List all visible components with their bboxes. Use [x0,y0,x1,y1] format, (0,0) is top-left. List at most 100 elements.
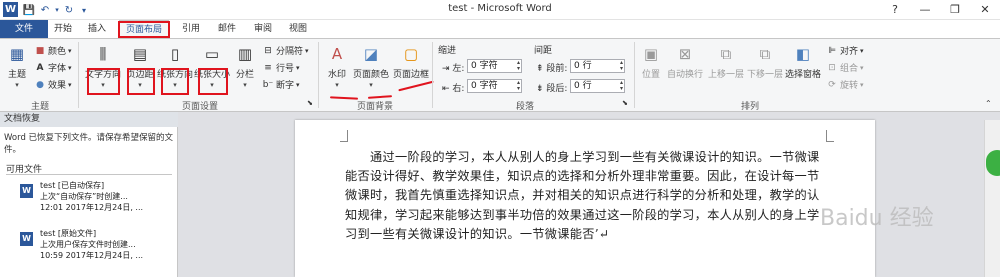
theme-effects-button[interactable]: ● 效果 ▾ [34,78,71,92]
spacing-after-icon: ⇟ [536,84,547,94]
recovered-file-item[interactable]: W test [原始文件] 上次用户保存文件时创建... 10:59 2017年… [20,228,172,270]
annotation-box-margins [127,68,155,95]
document-body-text[interactable]: 通过一阶段的学习，本人从别人的身上学习到一些有关微课设计的知识。一节微课能否设计… [345,148,827,244]
fonts-icon: A [36,62,44,73]
window-title: test - Microsoft Word [448,3,552,14]
chevron-down-icon: ▾ [369,81,373,89]
word-window: W 💾 ↶ ▾ ↻ ▾ test - Microsoft Word ? — ❐ … [0,0,1000,277]
file-detail: 上次“自动保存”时创建... [40,192,128,201]
send-backward-button[interactable]: ⧉ 下移一层 [745,43,785,80]
rotate-icon: ⟳ [828,79,836,90]
close-button[interactable]: ✕ [970,1,1000,19]
indent-label: 缩进 [438,46,457,56]
breaks-button[interactable]: ⊟ 分隔符 ▾ [262,44,308,58]
file-timestamp: 12:01 2017年12月24日, ... [40,203,144,212]
indent-left-icon: ⇥ [442,64,453,74]
theme-fonts-button[interactable]: A 字体 ▾ [34,61,72,75]
spin-arrows-icon[interactable]: ▴ ▾ [620,60,623,72]
annotation-box-tab [118,21,170,38]
spin-arrows-icon[interactable]: ▴ ▾ [517,80,520,92]
spacing-after-input[interactable]: 0 行 ▴ ▾ [570,79,625,93]
text-direction-icon: ⫼ [99,45,107,63]
selection-pane-icon: ◧ [795,45,811,63]
tab-insert[interactable]: 插入 [82,20,112,38]
recovered-file-item[interactable]: W test [已自动保存] 上次“自动保存”时创建... 12:01 2017… [20,180,172,222]
group-separator [432,42,433,108]
group-label-themes: 主题 [30,102,49,112]
tab-references[interactable]: 引用 [176,20,206,38]
tab-mailings[interactable]: 邮件 [212,20,242,38]
align-icon: ⊫ [828,45,836,56]
indent-right-icon: ⇤ [442,84,453,94]
baidu-jingyan-watermark: Baidu 经验 [820,206,934,231]
group-separator [634,42,635,108]
ribbon: ▦ 主题 ▾ ■ 颜色 ▾ A 字体 ▾ ● 效果 ▾ 主题 ⫼ 文字方向 ▾ ▤ 页边距 … [0,38,1000,112]
tab-review[interactable]: 审阅 [248,20,278,38]
page-setup-launcher-icon[interactable]: ⬊ [307,99,313,107]
page-color-icon: ◪ [363,45,379,63]
paragraph-launcher-icon[interactable]: ⬊ [622,99,628,107]
group-objects-icon: ⊡ [828,62,836,73]
group-separator [318,42,319,108]
help-button[interactable]: ? [880,1,910,19]
divider [6,174,172,175]
orientation-icon: ▯ [170,45,180,63]
align-button[interactable]: ⊫ 对齐 ▾ [826,44,863,58]
indent-right-input[interactable]: 0 字符 ▴ ▾ [467,79,522,93]
indent-right-label: ⇤ 右: [442,84,465,94]
spin-arrows-icon[interactable]: ▴ ▾ [620,80,623,92]
tab-home[interactable]: 开始 [48,20,78,38]
annotation-underline [398,80,434,92]
themes-icon: ▦ [9,45,25,63]
themes-button[interactable]: ▦ 主题 ▾ [4,43,30,89]
spacing-after-label: ⇟ 段后: [536,84,568,94]
tab-view[interactable]: 视图 [283,20,313,38]
selection-pane-button[interactable]: ◧ 选择窗格 [784,43,822,80]
page-color-button[interactable]: ◪ 页面颜色 ▾ [352,43,390,89]
spacing-before-input[interactable]: 0 行 ▴ ▾ [570,59,625,73]
word-document-icon: W [20,184,33,198]
crop-mark [340,130,348,142]
watermark-button[interactable]: A 水印 ▾ [325,43,349,89]
document-recovery-panel: 文档恢复 Word 已恢复下列文件。请保存希望保留的文件。 可用文件 W tes… [0,112,178,277]
annotation-box-direction [87,68,120,95]
spin-arrows-icon[interactable]: ▴ ▾ [517,60,520,72]
floating-assistant-button[interactable] [986,150,1000,176]
hyphenation-button[interactable]: b⁻ 断字 ▾ [262,78,300,92]
effects-icon: ● [36,79,44,90]
annotation-box-orientation [161,68,189,95]
vertical-scrollbar[interactable] [984,120,1000,277]
position-icon: ▣ [643,45,659,63]
group-label-page-setup: 页面设置 [181,102,218,112]
theme-colors-button[interactable]: ■ 颜色 ▾ [34,44,72,58]
bring-forward-icon: ⧉ [720,45,732,63]
group-objects-button[interactable]: ⊡ 组合 ▾ [826,61,863,75]
line-numbers-button[interactable]: ≡ 行号 ▾ [262,61,299,75]
chevron-down-icon: ▾ [335,81,339,89]
collapse-ribbon-icon[interactable]: ⌃ [985,99,992,108]
file-name: test [原始文件] [40,229,97,238]
colors-icon: ■ [35,45,45,56]
word-document-icon: W [20,232,33,246]
columns-icon: ▥ [237,45,253,63]
send-backward-icon: ⧉ [759,45,771,63]
file-timestamp: 10:59 2017年12月24日, ... [40,251,144,260]
margins-icon: ▤ [132,45,148,63]
chevron-down-icon: ▾ [15,81,19,89]
spacing-before-label: ⇞ 段前: [536,64,568,74]
wrap-text-button[interactable]: ⊠ 自动换行 [666,43,704,80]
wrap-text-icon: ⊠ [678,45,692,63]
recovery-panel-header: 文档恢复 [0,112,178,127]
tab-file[interactable]: 文件 [0,20,48,38]
page-size-icon: ▭ [204,45,220,63]
restore-button[interactable]: ❐ [940,1,970,19]
rotate-button[interactable]: ⟳ 旋转 ▾ [826,78,863,92]
indent-left-label: ⇥ 左: [442,64,465,74]
minimize-button[interactable]: — [910,1,940,19]
bring-forward-button[interactable]: ⧉ 上移一层 [706,43,746,80]
position-button[interactable]: ▣ 位置 [638,43,664,80]
page-borders-button[interactable]: ▢ 页面边框 [392,43,430,80]
columns-button[interactable]: ▥ 分栏 ▾ [233,43,257,89]
indent-left-input[interactable]: 0 字符 ▴ ▾ [467,59,522,73]
recovery-panel-title: 文档恢复 [4,114,41,124]
